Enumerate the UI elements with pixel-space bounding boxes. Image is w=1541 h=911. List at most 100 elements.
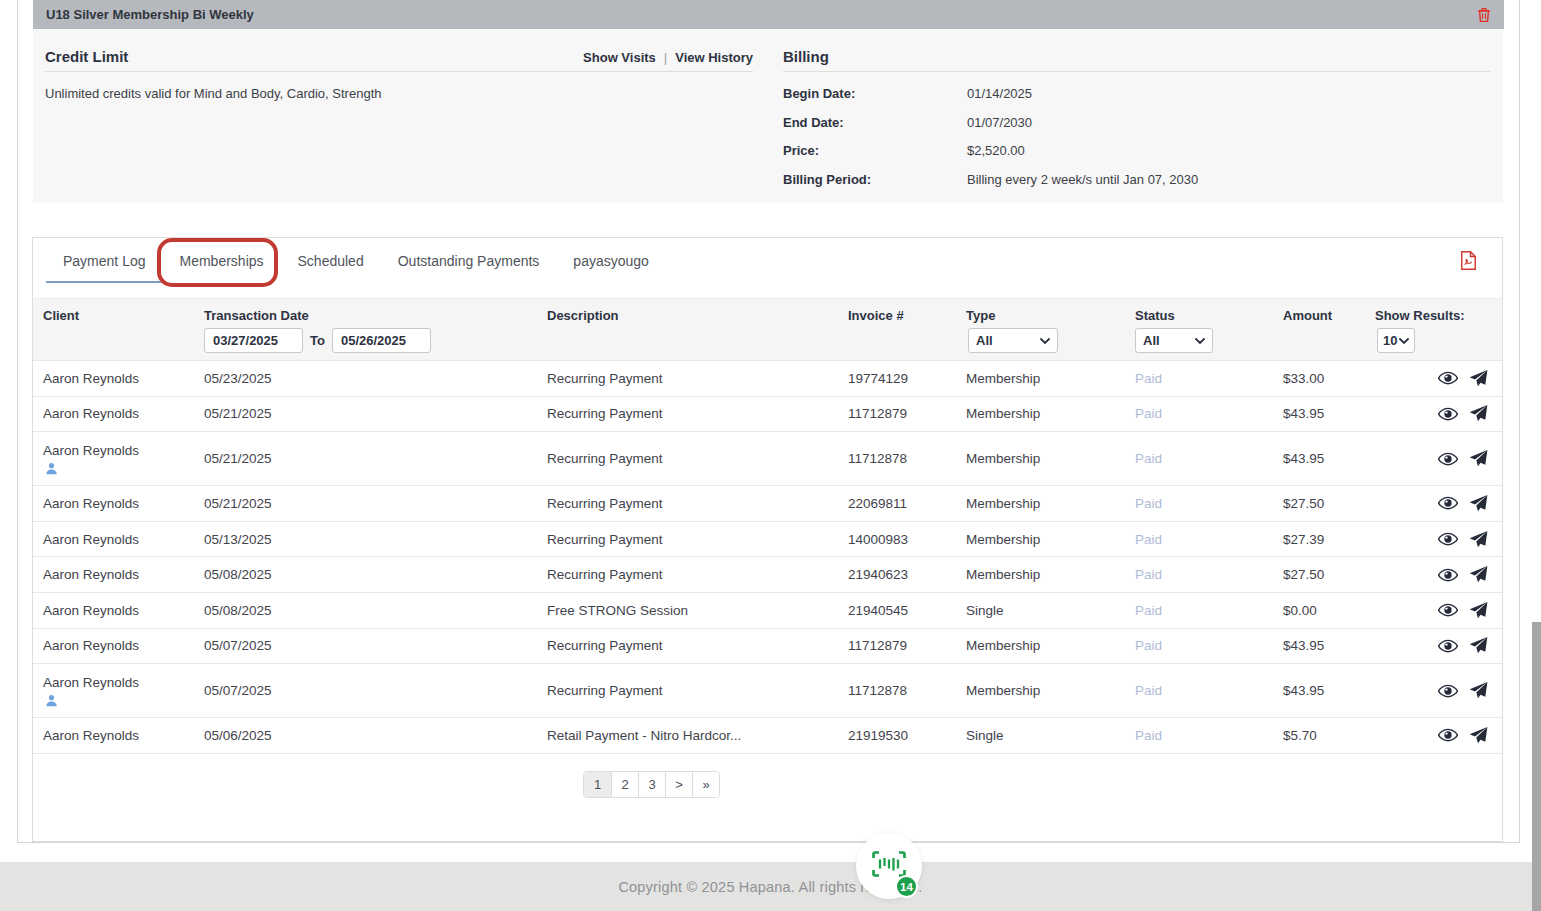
send-icon [1469, 405, 1488, 422]
view-payment-button[interactable] [1438, 452, 1458, 466]
description-cell: Recurring Payment [547, 532, 848, 547]
show-results-value: 10 [1383, 333, 1397, 348]
amount-cell: $33.00 [1283, 371, 1375, 386]
tab-outstanding-payments[interactable]: Outstanding Payments [381, 238, 557, 284]
invoice-cell: 11712879 [848, 638, 966, 653]
view-payment-button[interactable] [1438, 728, 1458, 742]
billing-row-value: 01/14/2025 [967, 86, 1032, 115]
description-cell: Recurring Payment [547, 683, 848, 698]
date-from-input[interactable]: 03/27/2025 [204, 328, 303, 353]
transaction-date-cell: 05/21/2025 [204, 496, 547, 511]
client-name: Aaron Reynolds [43, 496, 204, 511]
delete-membership-button[interactable] [1477, 7, 1491, 23]
send-receipt-button[interactable] [1469, 602, 1488, 619]
view-icon [1438, 452, 1458, 466]
send-receipt-button[interactable] [1469, 450, 1488, 467]
column-header-show-results: Show Results: 10 [1375, 299, 1488, 360]
status-cell: Paid [1135, 638, 1283, 653]
tab-scheduled[interactable]: Scheduled [281, 238, 381, 284]
tab-payment-log[interactable]: Payment Log [46, 238, 163, 284]
invoice-cell: 19774129 [848, 371, 966, 386]
chevron-down-icon [1195, 338, 1205, 344]
payments-card: Payment LogMembershipsScheduledOutstandi… [32, 237, 1503, 842]
show-results-select[interactable]: 10 [1377, 328, 1415, 353]
row-actions [1375, 637, 1488, 654]
description-cell: Free STRONG Session [547, 603, 848, 618]
type-cell: Membership [966, 567, 1135, 582]
payment-row: Aaron Reynolds 05/07/2025 Recurring Paym… [33, 628, 1502, 664]
view-payment-button[interactable] [1438, 684, 1458, 698]
status-cell: Paid [1135, 496, 1283, 511]
transaction-date-cell: 05/21/2025 [204, 451, 547, 466]
show-results-label: Show Results: [1375, 308, 1465, 323]
send-receipt-button[interactable] [1469, 531, 1488, 548]
client-name: Aaron Reynolds [43, 371, 204, 386]
page-button-2[interactable]: 2 [611, 772, 638, 797]
transaction-date-cell: 05/08/2025 [204, 567, 547, 582]
tab-memberships[interactable]: Memberships [163, 238, 281, 284]
send-receipt-button[interactable] [1469, 370, 1488, 387]
tab-payasyougo[interactable]: payasyougo [556, 238, 666, 284]
client-name: Aaron Reynolds [43, 728, 204, 743]
page-button-3[interactable]: 3 [638, 772, 665, 797]
client-cell: Aaron Reynolds [43, 371, 204, 386]
barcode-scan-fab[interactable]: 14 [856, 833, 922, 899]
page-button-1[interactable]: 1 [584, 772, 611, 797]
send-receipt-button[interactable] [1469, 566, 1488, 583]
type-select[interactable]: All [968, 328, 1058, 353]
client-name: Aaron Reynolds [43, 443, 204, 458]
row-actions [1375, 370, 1488, 387]
client-name: Aaron Reynolds [43, 406, 204, 421]
amount-cell: $0.00 [1283, 603, 1375, 618]
type-cell: Membership [966, 451, 1135, 466]
person-icon [45, 462, 58, 475]
transaction-date-cell: 05/23/2025 [204, 371, 547, 386]
show-visits-link[interactable]: Show Visits [583, 50, 656, 65]
page-button->[interactable]: > [665, 772, 692, 797]
view-payment-button[interactable] [1438, 639, 1458, 653]
status-select[interactable]: All [1135, 328, 1213, 353]
links-divider: | [656, 50, 675, 65]
billing-row-value: Billing every 2 week/s until Jan 07, 203… [967, 172, 1198, 201]
amount-cell: $27.50 [1283, 567, 1375, 582]
date-to-input[interactable]: 05/26/2025 [332, 328, 431, 353]
send-receipt-button[interactable] [1469, 495, 1488, 512]
transaction-date-cell: 05/06/2025 [204, 728, 547, 743]
vertical-scrollbar[interactable] [1532, 622, 1541, 911]
send-receipt-button[interactable] [1469, 405, 1488, 422]
billing-row-value: $2,520.00 [967, 143, 1025, 172]
view-payment-button[interactable] [1438, 496, 1458, 510]
client-name: Aaron Reynolds [43, 638, 204, 653]
description-cell: Recurring Payment [547, 371, 848, 386]
column-header-description: Description [547, 299, 848, 360]
page-footer: Copyright © 2025 Hapana. All rights rese… [0, 862, 1541, 911]
amount-cell: $43.95 [1283, 683, 1375, 698]
export-pdf-button[interactable] [1460, 251, 1477, 274]
send-receipt-button[interactable] [1469, 682, 1488, 699]
view-payment-button[interactable] [1438, 532, 1458, 546]
view-payment-button[interactable] [1438, 568, 1458, 582]
send-receipt-button[interactable] [1469, 637, 1488, 654]
view-icon [1438, 639, 1458, 653]
status-label: Status [1135, 308, 1175, 323]
view-payment-button[interactable] [1438, 371, 1458, 385]
payment-row: Aaron Reynolds 05/06/2025 Retail Payment… [33, 717, 1502, 753]
view-icon [1438, 684, 1458, 698]
description-cell: Recurring Payment [547, 451, 848, 466]
view-payment-button[interactable] [1438, 407, 1458, 421]
date-range-to-label: To [310, 333, 325, 348]
person-icon [45, 694, 58, 707]
view-history-link[interactable]: View History [675, 50, 753, 65]
send-receipt-button[interactable] [1469, 727, 1488, 744]
status-cell: Paid [1135, 406, 1283, 421]
description-cell: Recurring Payment [547, 567, 848, 582]
transaction-date-label: Transaction Date [204, 308, 309, 323]
transaction-date-cell: 05/08/2025 [204, 603, 547, 618]
send-icon [1469, 727, 1488, 744]
view-payment-button[interactable] [1438, 603, 1458, 617]
billing-row: Price:$2,520.00 [783, 143, 1490, 172]
type-label: Type [966, 308, 995, 323]
send-icon [1469, 637, 1488, 654]
page-button-»[interactable]: » [692, 772, 719, 797]
chevron-down-icon [1040, 338, 1050, 344]
